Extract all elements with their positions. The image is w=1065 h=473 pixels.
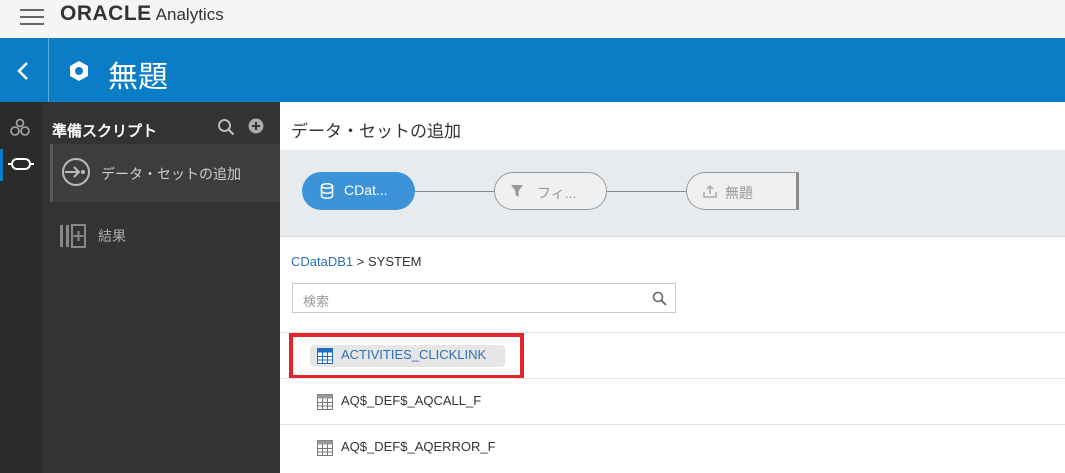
breadcrumb-root-link[interactable]: CDataDB1: [291, 254, 353, 269]
add-circle-icon[interactable]: [248, 118, 264, 134]
search-input[interactable]: 検索: [292, 283, 676, 313]
flow-connector: [607, 191, 686, 192]
panel-title: 準備スクリプト: [52, 123, 158, 140]
upload-icon: [703, 184, 717, 198]
flow-node-label: 無題: [725, 185, 753, 201]
search-icon[interactable]: [652, 291, 667, 306]
table-row[interactable]: AQ$_DEF$_AQERROR_F: [280, 424, 1065, 470]
table-row[interactable]: AQ$_DEF$_AQCALL_F: [280, 378, 1065, 424]
prep-script-panel: 準備スクリプト データ・セットの追加 結果: [42, 102, 283, 473]
back-button[interactable]: [0, 38, 49, 102]
filter-icon: [511, 185, 523, 197]
step-label: データ・セットの追加: [101, 166, 241, 182]
project-header: 無題: [0, 38, 1065, 102]
top-bar: ORACLE Analytics: [0, 0, 1065, 38]
table-name: AQ$_DEF$_AQCALL_F: [341, 393, 482, 408]
data-flow-bar: CDat... フィ... 無題: [280, 150, 1065, 237]
data-connections-icon: [10, 118, 30, 136]
logo-product: Analytics: [155, 5, 224, 24]
flow-node-dataset[interactable]: CDat...: [302, 172, 415, 210]
database-icon: [320, 183, 334, 199]
flow-node-filter[interactable]: フィ...: [494, 172, 607, 210]
breadcrumb-current: SYSTEM: [367, 254, 422, 269]
result-step-icon: [60, 224, 86, 248]
table-icon: [317, 348, 333, 364]
table-icon: [317, 394, 333, 410]
table-icon: [317, 440, 333, 456]
oracle-analytics-logo: ORACLE Analytics: [60, 2, 224, 26]
step-add-dataset[interactable]: データ・セットの追加: [50, 144, 283, 202]
rail-data-prep[interactable]: [0, 149, 42, 181]
step-result[interactable]: 結果: [50, 206, 280, 264]
data-prep-icon: [8, 158, 34, 170]
breadcrumb: CDataDB1 > SYSTEM: [291, 254, 421, 269]
left-rail: [0, 102, 42, 473]
table-row[interactable]: ACTIVITIES_CLICKLINK: [280, 332, 1065, 379]
main-header: データ・セットの追加: [280, 102, 1065, 151]
chevron-left-icon: [17, 62, 28, 80]
search-placeholder: 検索: [303, 294, 330, 309]
page-title: 無題: [108, 61, 168, 94]
project-hexagon-icon: [70, 61, 88, 81]
main-content: データ・セットの追加 CDat... フィ... 無題 CDataDB1 > S…: [280, 102, 1065, 473]
breadcrumb-separator: >: [356, 254, 365, 269]
rail-data-connections[interactable]: [0, 112, 42, 144]
search-icon[interactable]: [217, 118, 235, 136]
flow-node-label: CDat...: [344, 182, 388, 198]
table-name: ACTIVITIES_CLICKLINK: [341, 347, 487, 362]
hamburger-menu-icon[interactable]: [20, 7, 44, 27]
table-name: AQ$_DEF$_AQERROR_F: [341, 439, 496, 454]
main-title: データ・セットの追加: [291, 122, 461, 141]
flow-node-label: フィ...: [537, 185, 577, 201]
step-label: 結果: [98, 228, 126, 244]
flow-connector: [415, 191, 494, 192]
add-dataset-step-icon: [62, 158, 90, 186]
flow-node-output[interactable]: 無題: [686, 172, 799, 210]
logo-brand: ORACLE: [60, 2, 152, 25]
